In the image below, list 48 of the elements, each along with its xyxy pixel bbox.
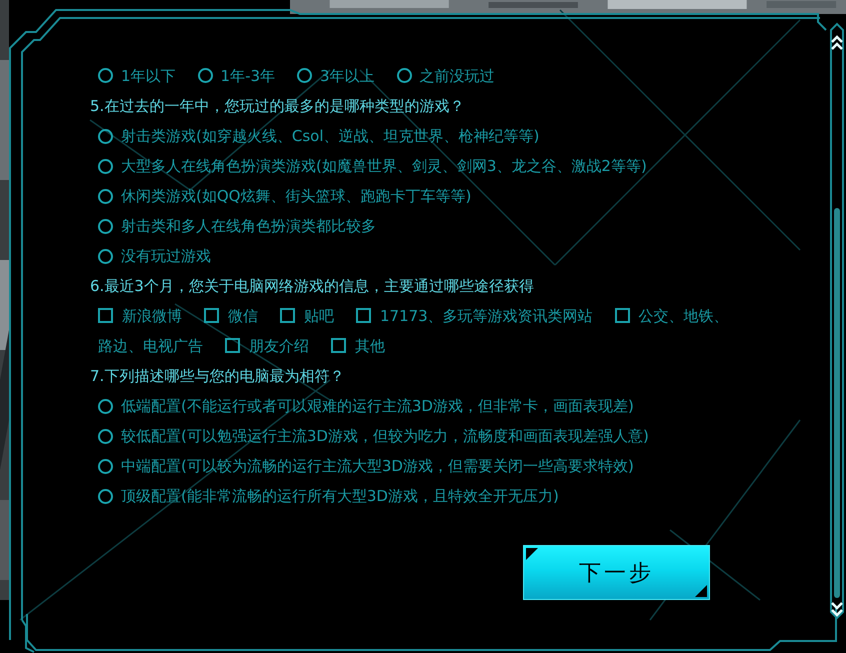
radio-button[interactable] (297, 68, 312, 83)
checkbox[interactable] (204, 308, 219, 323)
option-label: 射击类游戏(如穿越火线、Csol、逆战、坦克世界、枪神纪等等) (121, 126, 540, 146)
checkbox[interactable] (98, 308, 113, 323)
scrollbar-thumb[interactable] (834, 208, 840, 598)
option-label: 新浪微博 (122, 307, 182, 325)
option-label: 顶级配置(能非常流畅的运行所有大型3D游戏，且特效全开无压力) (121, 486, 559, 506)
option-label: 17173、多玩等游戏资讯类网站 (380, 307, 593, 325)
option-label: 3年以上 (320, 67, 375, 85)
option-label: 休闲类游戏(如QQ炫舞、街头篮球、跑跑卡丁车等等) (121, 186, 472, 206)
option-label: 中端配置(可以较为流畅的运行主流大型3D游戏，但需要关闭一些高要求特效) (121, 456, 634, 476)
scroll-up-icon[interactable] (831, 35, 843, 50)
radio-button[interactable] (98, 398, 113, 414)
option-label: 大型多人在线角色扮演类游戏(如魔兽世界、剑灵、剑网3、龙之谷、激战2等等) (121, 156, 647, 176)
checkbox[interactable] (356, 308, 371, 323)
radio-button[interactable] (98, 488, 113, 504)
radio-button[interactable] (98, 248, 113, 264)
radio-button[interactable] (98, 68, 113, 83)
radio-button[interactable] (98, 458, 113, 474)
question-title: 5.在过去的一年中，您玩过的最多的是哪种类型的游戏？ (90, 96, 466, 117)
option-label: 贴吧 (304, 307, 334, 325)
checkbox[interactable] (280, 308, 295, 323)
next-button[interactable]: 下一步 (523, 545, 710, 600)
radio-button[interactable] (98, 188, 113, 204)
radio-button[interactable] (98, 428, 113, 444)
option-label: 公交、地铁、 (638, 307, 729, 325)
option-label: 路边、电视广告 (98, 337, 203, 355)
radio-button[interactable] (98, 158, 113, 174)
checkbox[interactable] (225, 338, 240, 353)
question-title: 6.最近3个月，您关于电脑网络游戏的信息，主要通过哪些途径获得 (90, 276, 535, 297)
option-label: 1年-3年 (220, 67, 276, 85)
radio-button[interactable] (98, 128, 113, 144)
radio-button[interactable] (98, 218, 113, 234)
scroll-down-icon[interactable] (831, 602, 843, 617)
option-label: 朋友介绍 (249, 337, 309, 355)
checkbox[interactable] (331, 338, 346, 353)
checkbox[interactable] (614, 308, 630, 323)
option-label: 低端配置(不能运行或者可以艰难的运行主流3D游戏，但非常卡，画面表现差) (121, 396, 634, 416)
radio-button[interactable] (396, 68, 412, 83)
option-label: 没有玩过游戏 (121, 246, 211, 266)
option-label: 较低配置(可以勉强运行主流3D游戏，但较为吃力，流畅度和画面表现差强人意) (121, 426, 649, 446)
question-title: 7.下列描述哪些与您的电脑最为相符？ (90, 366, 346, 387)
option-label: 之前没玩过 (420, 67, 495, 85)
option-label: 微信 (228, 307, 258, 325)
option-label: 射击类和多人在线角色扮演类都比较多 (121, 216, 376, 236)
option-label: 1年以下 (121, 67, 176, 85)
option-label: 其他 (355, 337, 385, 355)
radio-button[interactable] (198, 68, 213, 83)
